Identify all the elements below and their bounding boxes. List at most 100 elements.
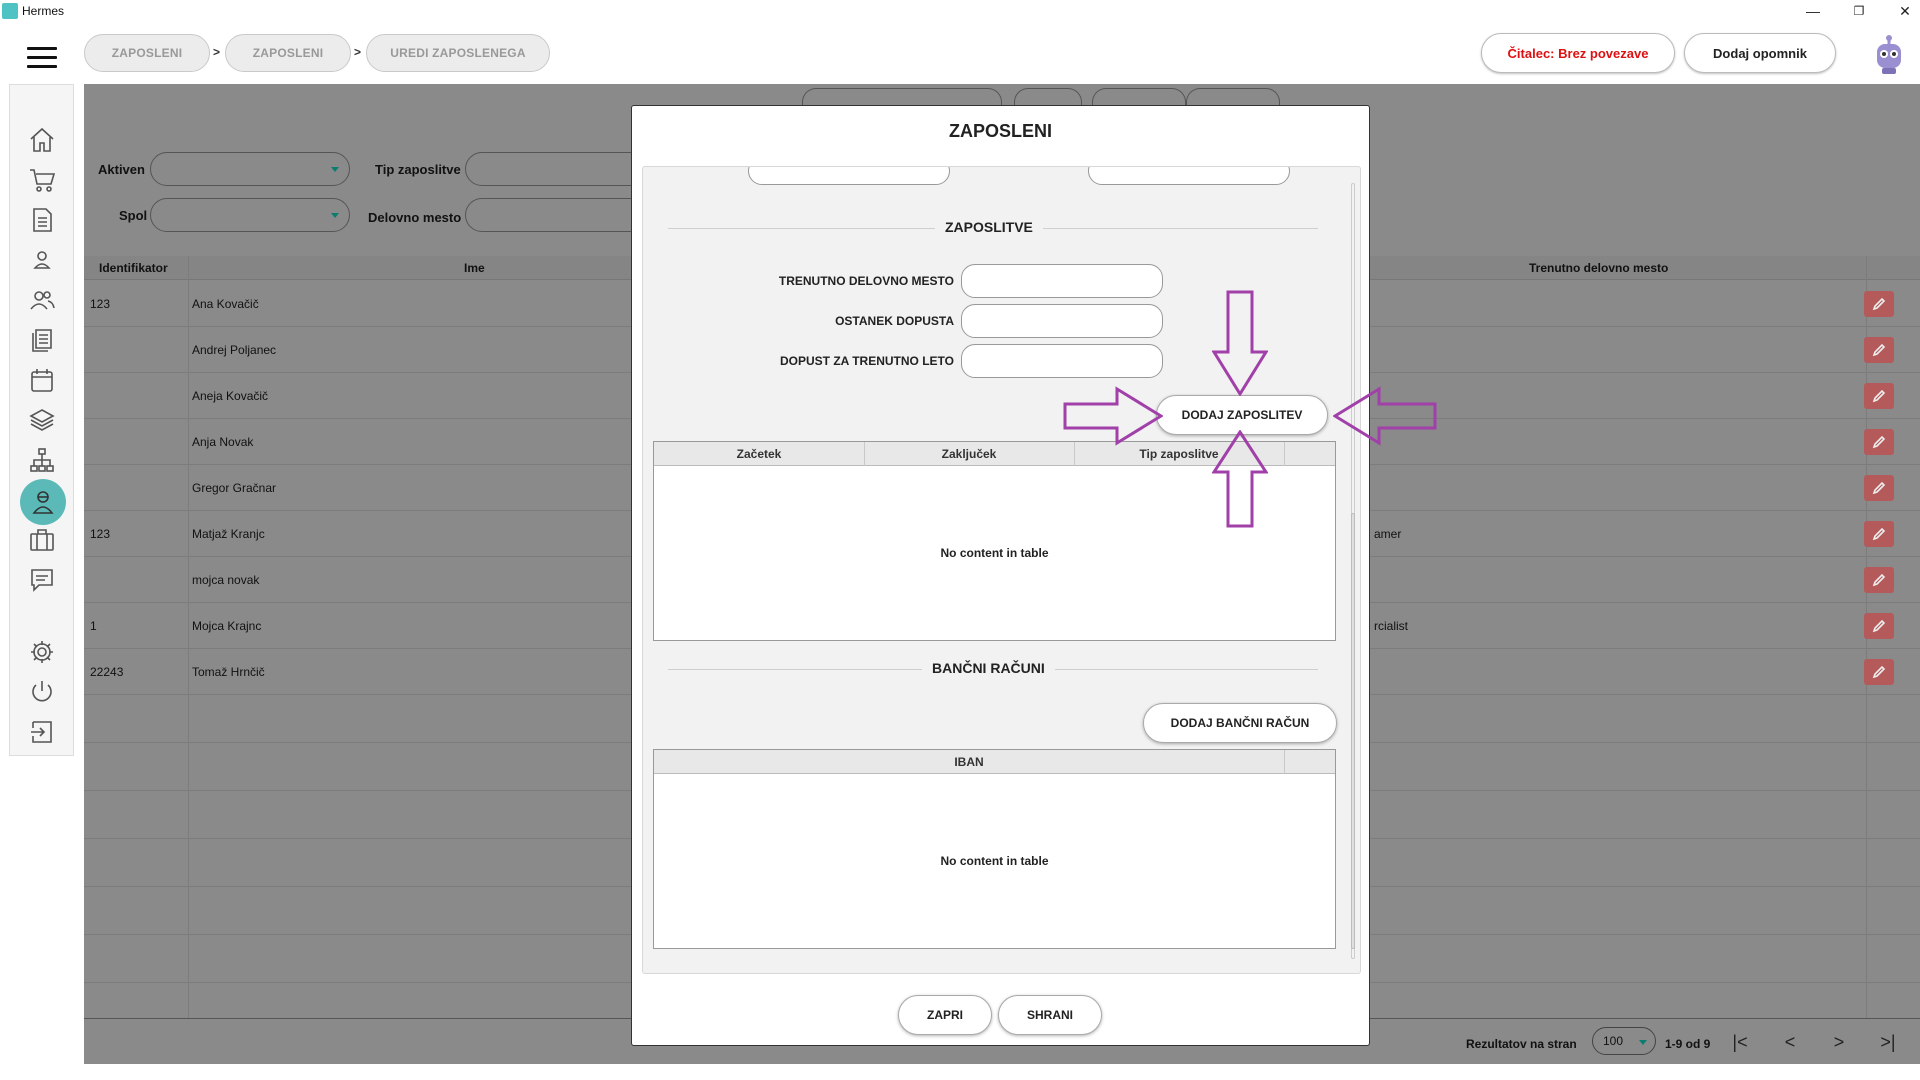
- pencil-icon: [1872, 573, 1886, 587]
- layers-icon[interactable]: [25, 403, 59, 437]
- first-page-icon[interactable]: |<: [1729, 1031, 1751, 1053]
- people-icon[interactable]: [25, 283, 59, 317]
- pencil-icon: [1872, 527, 1886, 541]
- gear-icon[interactable]: [25, 635, 59, 669]
- minimize-button[interactable]: —: [1790, 0, 1836, 22]
- page-size-select[interactable]: 100: [1592, 1027, 1656, 1055]
- edit-button[interactable]: [1864, 613, 1894, 639]
- pencil-icon: [1872, 389, 1886, 403]
- close-window-button[interactable]: ✕: [1882, 0, 1920, 22]
- edit-button[interactable]: [1864, 567, 1894, 593]
- pencil-icon: [1872, 297, 1886, 311]
- edit-button[interactable]: [1864, 337, 1894, 363]
- employments-empty-message: No content in table: [940, 546, 1049, 560]
- page-range: 1-9 od 9: [1665, 1037, 1711, 1051]
- dialog-scrollbar[interactable]: [1348, 173, 1358, 969]
- hierarchy-icon[interactable]: [25, 443, 59, 477]
- cell-id: 1: [90, 619, 97, 633]
- breadcrumb-separator: >: [354, 45, 362, 59]
- avatar[interactable]: [1870, 32, 1908, 76]
- cell-name: Aneja Kovačič: [192, 389, 269, 403]
- pencil-icon: [1872, 343, 1886, 357]
- pencil-icon: [1872, 481, 1886, 495]
- person-icon[interactable]: [25, 243, 59, 277]
- leave-current-year-input[interactable]: [961, 344, 1163, 378]
- current-workplace-label: TRENUTNO DELOVNO MESTO: [778, 274, 954, 288]
- partial-input[interactable]: [748, 167, 950, 185]
- pencil-icon: [1872, 619, 1886, 633]
- cell-id: 123: [90, 527, 111, 541]
- employments-section-title: ZAPOSLITVE: [935, 219, 1043, 235]
- dialog-scroll-area[interactable]: ZAPOSLITVE TRENUTNO DELOVNO MESTO OSTANE…: [642, 166, 1361, 974]
- document-icon[interactable]: [25, 203, 59, 237]
- power-icon[interactable]: [25, 675, 59, 709]
- cell-workplace: amer: [1374, 527, 1402, 541]
- annotation-arrow-down: [1212, 290, 1268, 396]
- add-reminder-button[interactable]: Dodaj opomnik: [1684, 33, 1836, 73]
- page-size-value: 100: [1603, 1034, 1624, 1048]
- last-page-icon[interactable]: >|: [1877, 1031, 1899, 1053]
- cart-icon[interactable]: [25, 163, 59, 197]
- column-header-name[interactable]: Ime: [464, 261, 485, 275]
- leave-current-year-label: DOPUST ZA TRENUTNO LETO: [780, 354, 954, 368]
- cell-id: 22243: [90, 665, 124, 679]
- pencil-icon: [1872, 435, 1886, 449]
- add-employment-button[interactable]: DODAJ ZAPOSLITEV: [1156, 395, 1328, 435]
- results-per-page-label: Rezultatov na stran: [1466, 1037, 1577, 1051]
- documents-icon[interactable]: [25, 323, 59, 357]
- save-button[interactable]: SHRANI: [998, 995, 1102, 1035]
- cell-name: mojca novak: [192, 573, 260, 587]
- logout-icon[interactable]: [25, 715, 59, 749]
- pencil-icon: [1872, 665, 1886, 679]
- breadcrumb-separator: >: [213, 45, 221, 59]
- next-page-icon[interactable]: >: [1828, 1031, 1850, 1053]
- workplace-filter-label: Delovno mesto: [368, 210, 462, 225]
- column-header-iban[interactable]: IBAN: [654, 755, 1284, 769]
- briefcase-icon[interactable]: [25, 523, 59, 557]
- gender-filter-label: Spol: [119, 208, 148, 223]
- close-button[interactable]: ZAPRI: [898, 995, 992, 1035]
- scrollbar-thumb[interactable]: [1351, 513, 1355, 949]
- hamburger-menu-icon[interactable]: [27, 47, 57, 69]
- breadcrumb-item-1[interactable]: ZAPOSLENI: [84, 34, 210, 72]
- edit-button[interactable]: [1864, 429, 1894, 455]
- column-header-id[interactable]: Identifikator: [99, 261, 168, 275]
- edit-button[interactable]: [1864, 475, 1894, 501]
- edit-button[interactable]: [1864, 383, 1894, 409]
- home-icon[interactable]: [25, 123, 59, 157]
- cell-workplace: rcialist: [1374, 619, 1409, 633]
- employee-icon[interactable]: [20, 479, 66, 525]
- add-bank-account-button[interactable]: DODAJ BANČNI RAČUN: [1143, 703, 1337, 743]
- remaining-leave-input[interactable]: [961, 304, 1163, 338]
- edit-button[interactable]: [1864, 521, 1894, 547]
- column-header-workplace[interactable]: Trenutno delovno mesto: [1529, 261, 1668, 275]
- app-icon: [2, 3, 18, 19]
- edit-button[interactable]: [1864, 659, 1894, 685]
- restore-button[interactable]: ❐: [1836, 0, 1882, 22]
- column-header-end[interactable]: Zaključek: [864, 447, 1074, 461]
- column-header-start[interactable]: Začetek: [654, 447, 864, 461]
- employee-edit-dialog: ZAPOSLENI ZAPOSLITVE TRENUTNO DELOVNO ME…: [631, 105, 1370, 1046]
- partial-input[interactable]: [1088, 167, 1290, 185]
- cell-name: Matjaž Kranjc: [192, 527, 265, 541]
- breadcrumb-item-3[interactable]: UREDI ZAPOSLENEGA: [366, 34, 550, 72]
- cell-id: 123: [90, 297, 111, 311]
- breadcrumb-item-2[interactable]: ZAPOSLENI: [225, 34, 351, 72]
- cell-name: Gregor Gračnar: [192, 481, 277, 495]
- reader-status-button[interactable]: Čitalec: Brez povezave: [1481, 33, 1675, 73]
- cell-name: Mojca Krajnc: [192, 619, 262, 633]
- current-workplace-input[interactable]: [961, 264, 1163, 298]
- cell-name: Tomaž Hrnčič: [192, 665, 265, 679]
- cell-name: Anja Novak: [192, 435, 254, 449]
- previous-page-icon[interactable]: <: [1779, 1031, 1801, 1053]
- edit-button[interactable]: [1864, 291, 1894, 317]
- annotation-arrow-right: [1063, 386, 1163, 446]
- calendar-icon[interactable]: [25, 363, 59, 397]
- bank-accounts-table[interactable]: IBAN No content in table: [653, 749, 1336, 949]
- active-filter-select[interactable]: [150, 152, 350, 186]
- remaining-leave-label: OSTANEK DOPUSTA: [835, 314, 954, 328]
- cell-name: Ana Kovačič: [192, 297, 259, 311]
- annotation-arrow-up: [1212, 430, 1268, 528]
- gender-filter-select[interactable]: [150, 198, 350, 232]
- chat-icon[interactable]: [25, 563, 59, 597]
